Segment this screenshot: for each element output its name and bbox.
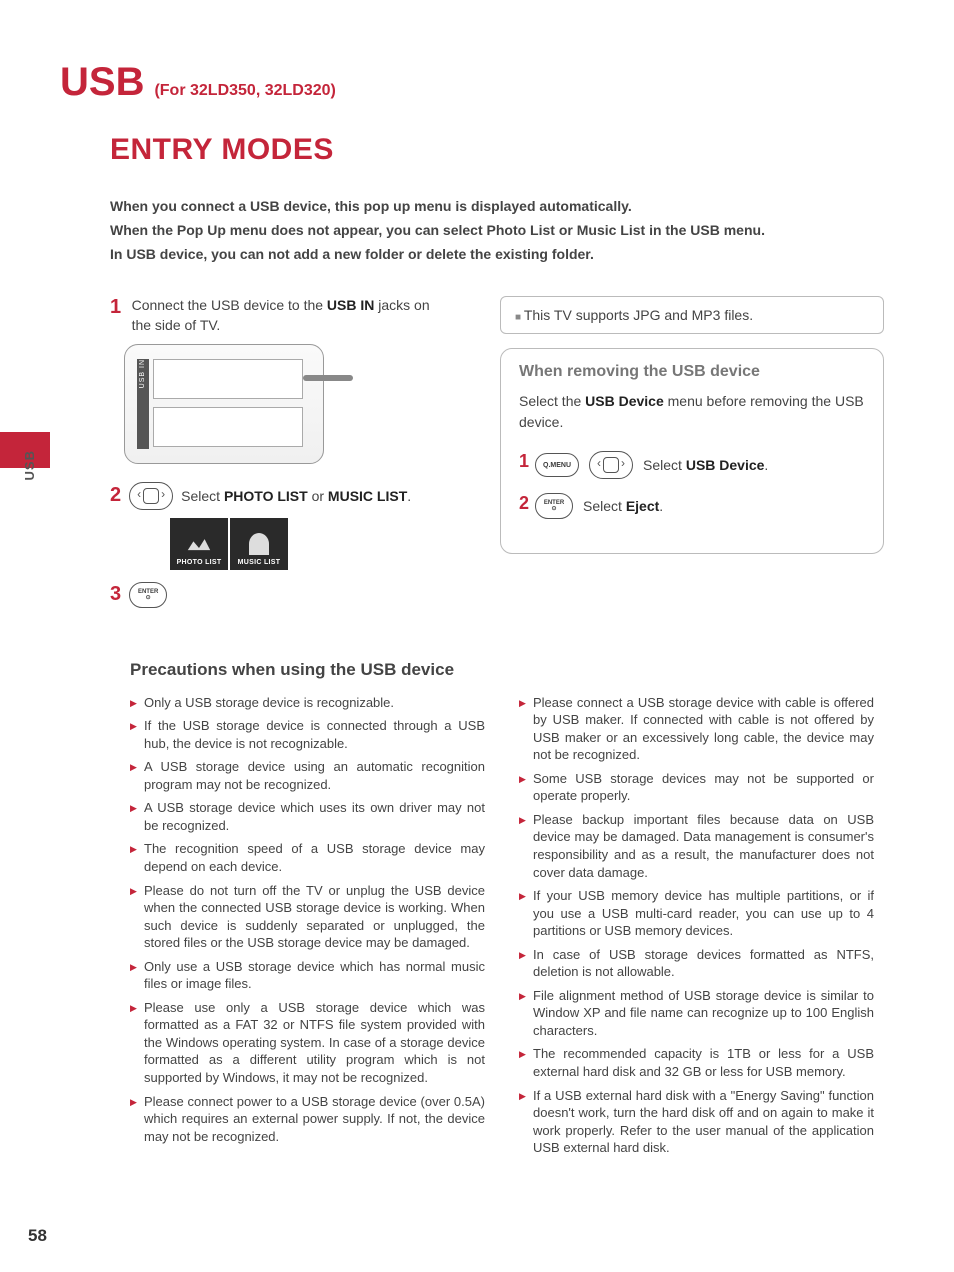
usb-port-slot	[153, 359, 303, 399]
photo-list-label: PHOTO LIST	[177, 559, 222, 566]
precaution-item: If a USB external hard disk with a "Ener…	[519, 1087, 874, 1157]
intro-line: When you connect a USB device, this pop …	[110, 195, 884, 219]
precaution-item: Some USB storage devices may not be supp…	[519, 770, 874, 805]
music-list-label: MUSIC LIST	[238, 559, 281, 566]
precaution-item: Only use a USB storage device which has …	[130, 958, 485, 993]
header-title: USB	[60, 60, 144, 105]
precautions-left-col: Only a USB storage device is recognizabl…	[130, 694, 485, 1163]
intro-block: When you connect a USB device, this pop …	[110, 195, 884, 266]
precaution-item: If the USB storage device is connected t…	[130, 717, 485, 752]
step-number-1: 1	[110, 296, 121, 319]
photo-list-tile[interactable]: PHOTO LIST	[170, 518, 228, 570]
precaution-item: Please do not turn off the TV or unplug …	[130, 882, 485, 952]
support-note: This TV supports JPG and MP3 files.	[500, 296, 884, 334]
menu-tiles: PHOTO LIST MUSIC LIST	[170, 518, 470, 570]
music-list-tile[interactable]: MUSIC LIST	[230, 518, 288, 570]
precaution-item: The recommended capacity is 1TB or less …	[519, 1045, 874, 1080]
enter-dot-icon: ⊙	[146, 595, 151, 601]
memory-card-slot	[153, 407, 303, 447]
precaution-item: A USB storage device using an automatic …	[130, 758, 485, 793]
page-number: 58	[28, 1226, 47, 1246]
remove-step-number-1: 1	[519, 451, 529, 472]
page-header: USB (For 32LD350, 32LD320)	[60, 60, 884, 105]
precaution-item: Only a USB storage device is recognizabl…	[130, 694, 485, 712]
enter-button[interactable]: ENTER ⊙	[535, 493, 573, 519]
side-tab-label: USB	[22, 450, 37, 480]
precautions-right-col: Please connect a USB storage device with…	[519, 694, 874, 1163]
usb-port-diagram: USB IN	[124, 344, 324, 464]
remove-step-2: 2 ENTER ⊙ Select Eject.	[519, 493, 865, 519]
precaution-item: Please use only a USB storage device whi…	[130, 999, 485, 1087]
usb-cable-icon	[303, 375, 353, 381]
nav-arrows-button[interactable]	[589, 451, 633, 479]
remove-title: When removing the USB device	[519, 363, 865, 381]
intro-line: When the Pop Up menu does not appear, yo…	[110, 219, 884, 243]
precautions-section: Precautions when using the USB device On…	[130, 660, 874, 1163]
step-1: 1 Connect the USB device to the USB IN j…	[110, 296, 470, 335]
nav-arrows-button[interactable]	[129, 482, 173, 510]
step-2: 2 Select PHOTO LIST or MUSIC LIST.	[110, 482, 470, 510]
precaution-item: Please connect a USB storage device with…	[519, 694, 874, 764]
precautions-title: Precautions when using the USB device	[130, 660, 874, 680]
step-number-3: 3	[110, 583, 121, 606]
remove-text: Select the USB Device menu before removi…	[519, 391, 865, 433]
precaution-item: If your USB memory device has multiple p…	[519, 887, 874, 940]
enter-dot-icon: ⊙	[552, 506, 557, 512]
step-number-2: 2	[110, 484, 121, 507]
precaution-item: A USB storage device which uses its own …	[130, 799, 485, 834]
step-2-text: Select PHOTO LIST or MUSIC LIST.	[181, 488, 411, 504]
remove-step-number-2: 2	[519, 493, 529, 514]
precaution-item: File alignment method of USB storage dev…	[519, 987, 874, 1040]
precaution-item: Please backup important files because da…	[519, 811, 874, 881]
enter-button[interactable]: ENTER ⊙	[129, 582, 167, 608]
remove-step-1-text: Select USB Device.	[643, 457, 768, 473]
step-1-text: Connect the USB device to the USB IN jac…	[132, 296, 432, 335]
intro-line: In USB device, you can not add a new fol…	[110, 243, 884, 267]
step-3: 3 ENTER ⊙	[110, 582, 470, 608]
usb-in-label-bar: USB IN	[137, 359, 149, 449]
photo-icon	[185, 533, 213, 555]
remove-step-1: 1 Q.MENU Select USB Device.	[519, 451, 865, 479]
remove-step-2-text: Select Eject.	[583, 498, 663, 514]
remove-usb-box: When removing the USB device Select the …	[500, 348, 884, 554]
section-title: ENTRY MODES	[110, 133, 884, 167]
precaution-item: The recognition speed of a USB storage d…	[130, 840, 485, 875]
header-models: (For 32LD350, 32LD320)	[154, 82, 335, 100]
qmenu-button[interactable]: Q.MENU	[535, 453, 579, 477]
precaution-item: Please connect power to a USB storage de…	[130, 1093, 485, 1146]
precaution-item: In case of USB storage devices formatted…	[519, 946, 874, 981]
music-icon	[249, 533, 269, 555]
